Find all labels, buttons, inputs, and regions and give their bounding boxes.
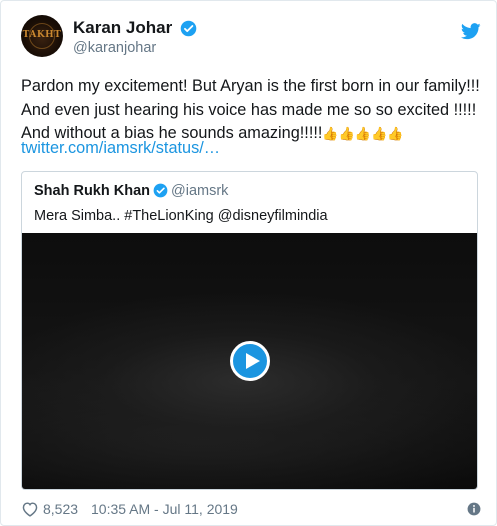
- heart-icon[interactable]: [21, 501, 39, 517]
- embedded-tweet-card: TAKHT Karan Johar @karanjohar Pardon my …: [0, 0, 497, 526]
- play-icon[interactable]: [230, 341, 270, 381]
- quoted-display-name[interactable]: Shah Rukh Khan: [34, 183, 150, 199]
- tweet-timestamp[interactable]: 10:35 AM - Jul 11, 2019: [91, 501, 238, 517]
- verified-badge-icon: [153, 183, 168, 198]
- like-count[interactable]: 8,523: [43, 501, 78, 517]
- tweet-header: TAKHT Karan Johar @karanjohar: [21, 15, 481, 59]
- author-names: Karan Johar @karanjohar: [73, 18, 197, 56]
- avatar[interactable]: TAKHT: [21, 15, 63, 57]
- author-handle[interactable]: @karanjohar: [73, 40, 197, 56]
- tweet-link[interactable]: twitter.com/iamsrk/status/…: [21, 139, 220, 158]
- quoted-tweet[interactable]: Shah Rukh Khan @iamsrk Mera Simba.. #The…: [21, 171, 478, 490]
- tweet-body: Pardon my excitement! But Aryan is the f…: [21, 77, 480, 142]
- avatar-logo-text: TAKHT: [22, 30, 62, 40]
- video-player[interactable]: [22, 233, 477, 489]
- author-display-name[interactable]: Karan Johar: [73, 18, 172, 38]
- thumbs-up-emoji: 👍👍👍👍👍: [322, 126, 404, 141]
- tweet-text: Pardon my excitement! But Aryan is the f…: [21, 75, 491, 146]
- twitter-bird-icon[interactable]: [461, 23, 481, 40]
- verified-badge-icon: [180, 20, 196, 36]
- quoted-tweet-header: Shah Rukh Khan @iamsrk: [34, 182, 228, 200]
- quoted-handle[interactable]: @iamsrk: [171, 183, 228, 199]
- info-icon[interactable]: [467, 502, 481, 516]
- quoted-tweet-text: Mera Simba.. #TheLionKing @disneyfilmind…: [34, 208, 328, 224]
- tweet-footer: 8,523 10:35 AM - Jul 11, 2019: [21, 499, 481, 521]
